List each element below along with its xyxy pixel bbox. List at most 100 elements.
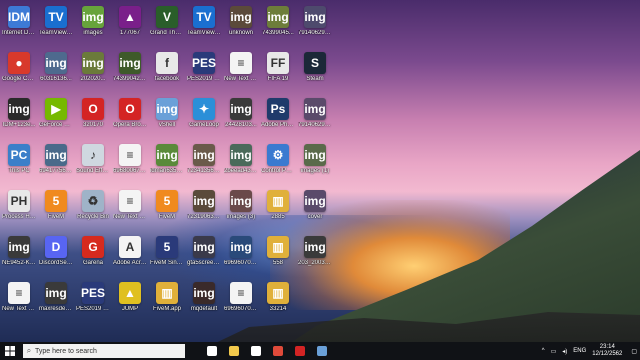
desktop-icon[interactable]: ▥ 33214 bbox=[261, 282, 295, 313]
desktop-icon[interactable]: img 79140629_... bbox=[298, 98, 332, 129]
desktop-icon-label: Grand Theft Auto V bbox=[150, 30, 184, 36]
taskbar-app-store[interactable] bbox=[245, 342, 267, 360]
desktop-icon[interactable]: img 203_20034... bbox=[298, 236, 332, 267]
desktop-icon[interactable]: ✦ GameLoop bbox=[187, 98, 221, 129]
desktop-icon-image: img bbox=[45, 282, 67, 304]
desktop-icon[interactable]: D DiscordSetup bbox=[39, 236, 73, 267]
desktop-icon[interactable]: FF FIFA 19 bbox=[261, 52, 295, 83]
desktop-icon[interactable]: img images (1) bbox=[298, 144, 332, 175]
desktop-icon[interactable]: ≡ New Text Document bbox=[113, 190, 147, 221]
desktop-icon[interactable]: 5 FiveM bbox=[39, 190, 73, 221]
desktop-icon[interactable]: img IDM+123e... bbox=[2, 98, 36, 129]
desktop-icon[interactable]: img maxresdefa... bbox=[39, 282, 73, 313]
clock[interactable]: 23:14 12/12/2562 bbox=[592, 344, 622, 358]
desktop-icon[interactable]: img unknown bbox=[224, 6, 258, 37]
desktop-icon[interactable]: 5 FiveM Singleplayer bbox=[150, 236, 184, 267]
desktop-icon[interactable]: img 74399042_... bbox=[113, 52, 147, 83]
desktop-icon[interactable]: 5 FiveM bbox=[150, 190, 184, 221]
taskbar-app-task-view[interactable] bbox=[201, 342, 223, 360]
desktop-icon[interactable]: ♪ Sound Effect bbox=[76, 144, 110, 175]
desktop-icon[interactable]: ≡ 69696070_1... bbox=[224, 282, 258, 313]
desktop-icon-label: Google Chrome bbox=[2, 76, 36, 82]
search-box[interactable]: ⌕ Type here to search bbox=[23, 344, 185, 358]
desktop-icon[interactable]: ♻ Recycle Bin bbox=[76, 190, 110, 221]
taskbar-app-chrome[interactable] bbox=[267, 342, 289, 360]
notifications-icon[interactable]: ▢ bbox=[631, 348, 637, 355]
desktop-icon[interactable]: ▥ 2885 bbox=[261, 190, 295, 221]
desktop-icon[interactable]: ● Google Chrome bbox=[2, 52, 36, 83]
desktop-icon-image: TV bbox=[45, 6, 67, 28]
desktop-icon-label: Garena bbox=[82, 260, 103, 266]
desktop-icon[interactable]: A Adobe Acrobat... bbox=[113, 236, 147, 267]
desktop-icon[interactable]: ≡ 69680067_9... bbox=[113, 144, 147, 175]
desktop-icon[interactable]: O 320170 bbox=[76, 98, 110, 129]
desktop-icon[interactable]: PES PES2019 Switcher bbox=[187, 52, 221, 83]
language-indicator[interactable]: ENG bbox=[573, 348, 586, 354]
desktop-icon[interactable]: img 69696070_1... bbox=[224, 236, 258, 267]
desktop-icon[interactable]: ▶ GeForce Experience bbox=[39, 98, 73, 129]
desktop-icon[interactable]: Ps Adobe Photosh... bbox=[261, 98, 295, 129]
desktop-icon[interactable]: ▥ 558 bbox=[261, 236, 295, 267]
desktop-icon-image: img bbox=[193, 282, 215, 304]
desktop-icon[interactable]: img 79140629_... bbox=[298, 6, 332, 37]
desktop-icon[interactable]: img images bbox=[76, 6, 110, 37]
desktop-icon[interactable]: TV TeamViewer... bbox=[39, 6, 73, 37]
desktop-icon[interactable]: img 72341356_1... bbox=[187, 144, 221, 175]
desktop-icon-label: Control Panel bbox=[261, 168, 295, 174]
desktop-icon[interactable]: G Garena bbox=[76, 236, 110, 267]
desktop-icon[interactable]: img 69417756_9... bbox=[39, 144, 73, 175]
chevron-up-icon[interactable]: ^ bbox=[542, 348, 545, 354]
desktop-icon[interactable]: TV TeamViewer 14 bbox=[187, 6, 221, 37]
desktop-icon[interactable]: ▲ JUMP bbox=[113, 282, 147, 313]
desktop-icon-label: Steam bbox=[306, 76, 324, 82]
desktop-icon-image: ● bbox=[8, 52, 30, 74]
desktop-icon-label: 69680067_9... bbox=[113, 168, 147, 174]
desktop-icon[interactable]: img 2beead439... bbox=[224, 144, 258, 175]
desktop-icon[interactable]: V Grand Theft Auto V bbox=[150, 6, 184, 37]
desktop-icon[interactable]: img 72319063_5... bbox=[187, 190, 221, 221]
desktop-icon-label: New Text Document bbox=[113, 214, 147, 220]
desktop-icon-image: img bbox=[193, 144, 215, 166]
desktop-icon[interactable]: img mqdefault bbox=[187, 282, 221, 313]
desktop-icon[interactable]: f facebook bbox=[150, 52, 184, 83]
start-button[interactable] bbox=[0, 342, 20, 360]
taskbar-app-opera[interactable] bbox=[289, 342, 311, 360]
desktop-icon[interactable]: PC This PC bbox=[2, 144, 36, 175]
desktop-icon-label: JUMP bbox=[121, 306, 139, 312]
desktop-icon-label: vShell bbox=[158, 122, 176, 128]
desktop-icon-image: ♻ bbox=[82, 190, 104, 212]
desktop-icon[interactable]: IDM Internet Downlo... bbox=[2, 6, 36, 37]
desktop-icon[interactable]: img images (3) bbox=[224, 190, 258, 221]
desktop-icon[interactable]: ▲ 177067 bbox=[113, 6, 147, 37]
desktop-icon[interactable]: img NE9452-KB... bbox=[2, 236, 36, 267]
network-icon[interactable]: ▭ bbox=[551, 348, 557, 355]
desktop-icon-label: images bbox=[83, 30, 103, 36]
desktop-icon-image: ≡ bbox=[230, 282, 252, 304]
clock-time: 23:14 bbox=[599, 344, 615, 350]
windows-logo-icon bbox=[5, 346, 15, 356]
desktop-icon[interactable]: S Steam bbox=[298, 52, 332, 83]
taskbar-app-steam[interactable] bbox=[311, 342, 333, 360]
desktop-icon[interactable]: img 74399045... bbox=[261, 6, 295, 37]
volume-icon[interactable]: ◂) bbox=[562, 348, 567, 355]
desktop-icon[interactable]: img cover bbox=[298, 190, 332, 221]
desktop-icon[interactable]: img 24428103... bbox=[224, 98, 258, 129]
desktop-icon-label: FiveM bbox=[47, 214, 65, 220]
desktop-icon[interactable]: img idman635b... bbox=[150, 144, 184, 175]
desktop-icon[interactable]: O Opera Browser bbox=[113, 98, 147, 129]
desktop-icon[interactable]: img gta5screen... bbox=[187, 236, 221, 267]
desktop-icon[interactable]: img 60316136... bbox=[39, 52, 73, 83]
desktop-icon[interactable]: ⚙ Control Panel bbox=[261, 144, 295, 175]
desktop-icon[interactable]: ≡ New Text Docume... bbox=[224, 52, 258, 83]
desktop-icon[interactable]: img 202020... bbox=[76, 52, 110, 83]
taskbar: ⌕ Type here to search ^ ▭ ◂) ENG 23:14 1… bbox=[0, 342, 640, 360]
taskbar-app-file-explorer[interactable] bbox=[223, 342, 245, 360]
desktop-icon-image: img bbox=[304, 98, 326, 120]
desktop-icon[interactable]: PES PES2019 - Shortcut bbox=[76, 282, 110, 313]
desktop-icon-image: 5 bbox=[156, 236, 178, 258]
desktop-icon[interactable]: img vShell bbox=[150, 98, 184, 129]
desktop-icon[interactable]: PH Process Hacker 2 bbox=[2, 190, 36, 221]
desktop-icon[interactable]: ▥ FiveM.app bbox=[150, 282, 184, 313]
desktop-icon-label: 72319063_5... bbox=[187, 214, 221, 220]
desktop-icon[interactable]: ≡ New Text Document bbox=[2, 282, 36, 313]
